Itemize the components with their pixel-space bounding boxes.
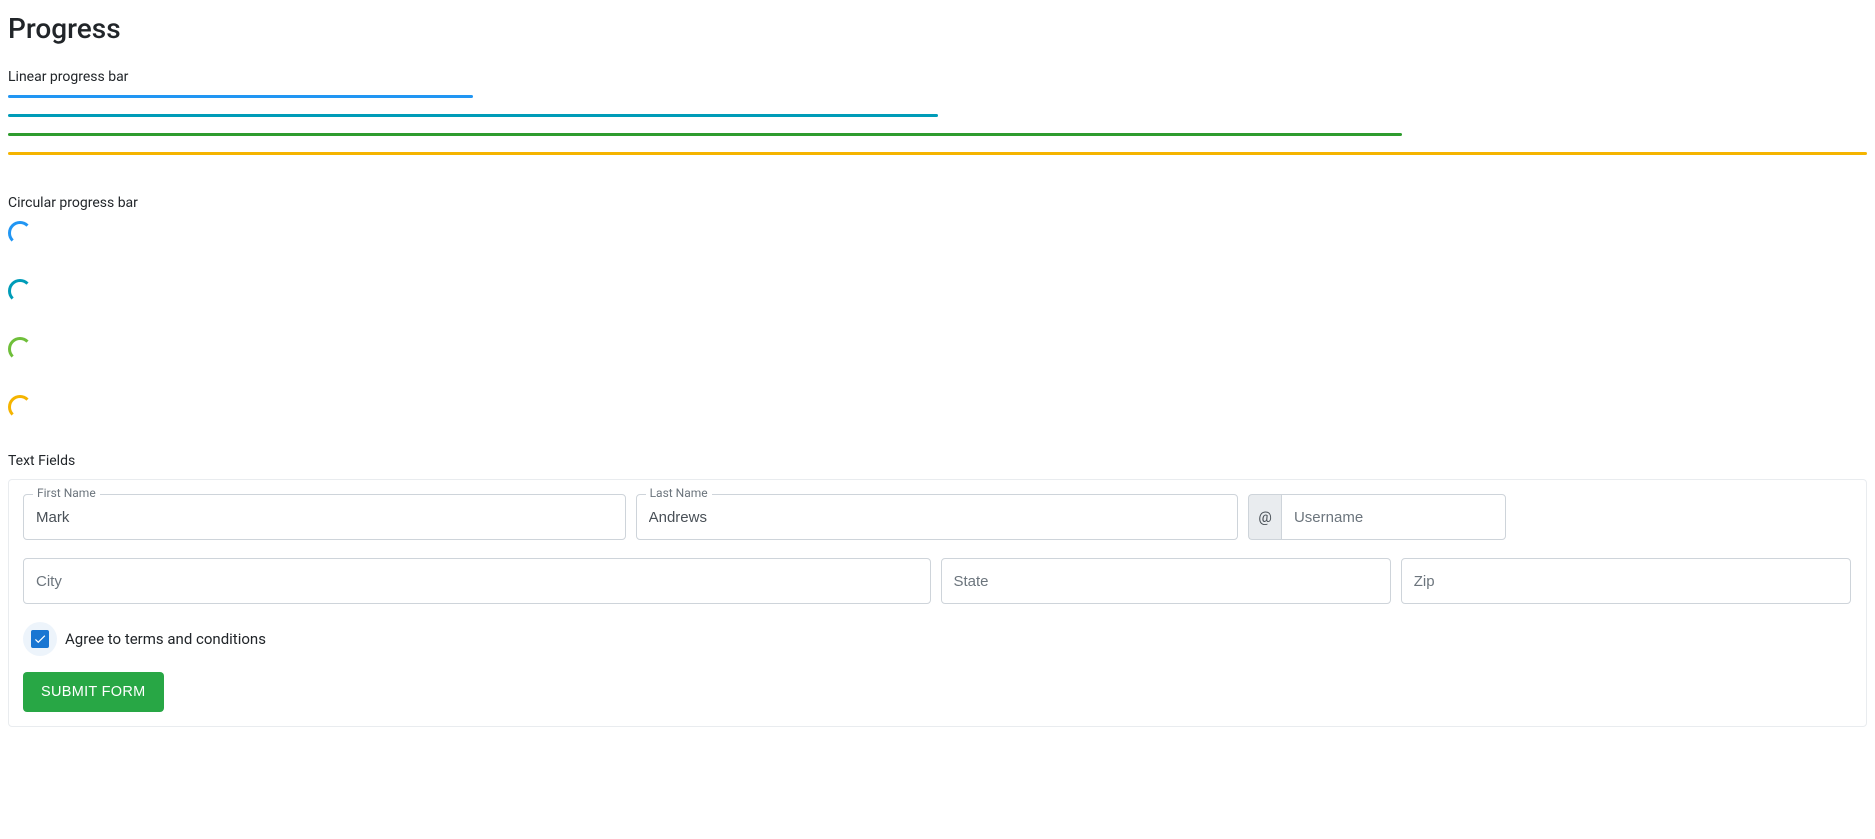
terms-label: Agree to terms and conditions (65, 630, 266, 648)
form-card: First Name Last Name @ (8, 479, 1867, 727)
circular-progress-spinner (8, 337, 1867, 361)
submit-button[interactable]: Submit form (23, 672, 164, 712)
state-input[interactable] (941, 558, 1391, 604)
first-name-label: First Name (33, 486, 100, 500)
page-title: Progress (8, 12, 1867, 45)
linear-progress-bar (8, 95, 1867, 98)
username-input[interactable] (1281, 494, 1506, 540)
username-prefix: @ (1248, 494, 1281, 540)
linear-progress-bar (8, 114, 1867, 117)
linear-progress-bar (8, 133, 1867, 136)
last-name-label: Last Name (646, 486, 712, 500)
circular-progress-spinner (8, 395, 1867, 419)
circular-progress-spinner (8, 279, 1867, 303)
first-name-input[interactable] (23, 494, 626, 540)
terms-checkbox-ripple (23, 622, 57, 656)
zip-input[interactable] (1401, 558, 1851, 604)
city-input[interactable] (23, 558, 931, 604)
circular-progress-spinner (8, 221, 1867, 245)
text-fields-label: Text Fields (8, 453, 1867, 469)
terms-checkbox[interactable] (31, 630, 49, 648)
circular-progress-group (8, 221, 1867, 419)
linear-progress-label: Linear progress bar (8, 69, 1867, 85)
check-icon (33, 632, 47, 646)
circular-progress-label: Circular progress bar (8, 195, 1867, 211)
last-name-input[interactable] (636, 494, 1239, 540)
linear-progress-bar (8, 152, 1867, 155)
linear-progress-group (8, 95, 1867, 155)
